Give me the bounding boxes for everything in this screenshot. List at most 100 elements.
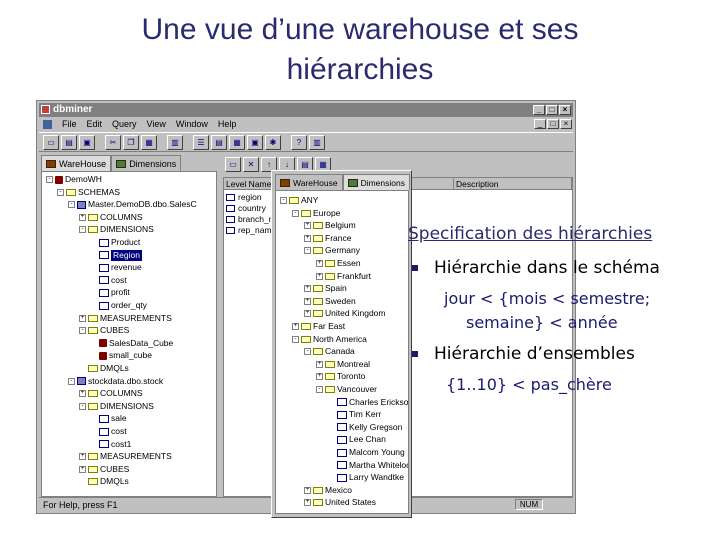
tab-warehouse[interactable]: WareHouse (41, 155, 112, 171)
help-icon[interactable]: ? (291, 135, 307, 150)
new-level-icon[interactable]: ▭ (225, 157, 241, 172)
tree-node[interactable]: Region (90, 249, 142, 261)
menu-help[interactable]: Help (218, 118, 237, 131)
expand-icon[interactable]: + (304, 310, 311, 318)
region-hierarchy-tree[interactable]: - ANY - Europe + Belgium + France - Germany + Essen… (275, 190, 409, 514)
expand-icon[interactable]: + (304, 486, 311, 494)
open-icon[interactable]: ▤ (61, 135, 77, 150)
expand-icon[interactable]: + (304, 234, 311, 242)
expand-icon[interactable]: + (79, 465, 86, 473)
tree-node[interactable]: Product (90, 237, 140, 248)
maximize-button[interactable]: □ (546, 105, 558, 115)
mdi-minimize-button[interactable]: _ (534, 119, 546, 129)
tree-node[interactable]: + United States (304, 497, 376, 508)
tree-node[interactable]: Lee Chan (328, 434, 386, 445)
tree-node[interactable]: + Belgium (304, 220, 356, 231)
tree-node[interactable]: profit (90, 287, 130, 298)
menu-window[interactable]: Window (176, 118, 208, 131)
grid-row[interactable]: rep_nam (226, 225, 272, 235)
tree-node[interactable]: - DIMENSIONS (79, 401, 154, 412)
tree-node[interactable]: - Master.DemoDB.dbo.SalesC (68, 199, 197, 210)
collapse-icon[interactable]: - (57, 188, 64, 196)
grid-row[interactable]: branch_n (226, 214, 273, 224)
tree-node[interactable]: + United Kingdom (304, 308, 385, 319)
collapse-icon[interactable]: - (46, 176, 53, 183)
tree-node[interactable]: + Spain (304, 283, 347, 294)
tree-node[interactable]: Malcom Young (328, 447, 405, 458)
tree-node[interactable]: Charles Erickson (328, 397, 408, 408)
tab-dimensions[interactable]: Dimensions (111, 155, 182, 171)
overlay-tab-warehouse[interactable]: WareHouse (275, 174, 343, 190)
tree-node[interactable]: DMQLs (79, 476, 129, 487)
collapse-icon[interactable]: - (68, 377, 75, 385)
copy-icon[interactable]: ❐ (123, 135, 139, 150)
collapse-icon[interactable]: - (79, 327, 86, 335)
expand-icon[interactable]: + (304, 297, 311, 305)
tree-node[interactable]: - North America (292, 334, 367, 345)
expand-icon[interactable]: + (79, 314, 86, 322)
tree-node[interactable]: - DemoWH (46, 174, 102, 185)
expand-icon[interactable]: + (316, 373, 323, 381)
collapse-icon[interactable]: - (304, 247, 311, 255)
grid-row[interactable]: region (226, 192, 262, 202)
tree-node[interactable]: order_qty (90, 300, 147, 311)
tree-node[interactable]: + MEASUREMENTS (79, 313, 172, 324)
list-view-icon[interactable]: ▤ (211, 135, 227, 150)
tree-node[interactable]: - CUBES (79, 325, 129, 336)
warehouse-tree[interactable]: - DemoWH - SCHEMAS - Master.DemoDB.dbo.SalesC… (41, 171, 217, 497)
document-icon[interactable] (43, 120, 52, 129)
tree-node[interactable]: + France (304, 233, 351, 244)
tree-node[interactable]: + COLUMNS (79, 212, 143, 223)
minimize-button[interactable]: _ (533, 105, 545, 115)
tree-view-icon[interactable]: ☰ (193, 135, 209, 150)
grid-row[interactable]: country (226, 203, 266, 213)
tree-node[interactable]: + Mexico (304, 485, 352, 496)
tree-node[interactable]: + Sweden (304, 296, 356, 307)
expand-icon[interactable]: + (79, 390, 86, 398)
wizard-icon[interactable]: ✱ (265, 135, 281, 150)
tree-node[interactable]: sale (90, 413, 127, 424)
mdi-restore-button[interactable]: □ (547, 119, 559, 129)
expand-icon[interactable]: + (316, 260, 323, 267)
tree-node[interactable]: - Vancouver (316, 384, 377, 395)
expand-icon[interactable]: + (316, 272, 323, 280)
tree-node[interactable]: Kelly Gregson (328, 422, 402, 433)
tree-node[interactable]: DMQLs (79, 363, 129, 374)
print-icon[interactable]: ▥ (167, 135, 183, 150)
delete-icon[interactable]: ✕ (243, 157, 259, 172)
tree-node[interactable]: - Canada (304, 346, 355, 357)
mdi-close-button[interactable]: × (560, 119, 572, 129)
tree-node[interactable]: + MEASUREMENTS (79, 451, 172, 462)
tree-node[interactable]: + Montreal (316, 359, 370, 370)
tree-node[interactable]: small_cube (90, 350, 152, 361)
paste-icon[interactable]: ▦ (141, 135, 157, 150)
tree-node[interactable]: - DIMENSIONS (79, 224, 154, 235)
properties-icon[interactable]: ▣ (247, 135, 263, 150)
context-help-icon[interactable]: ▥ (309, 135, 325, 150)
close-button[interactable]: × (559, 105, 571, 115)
tree-node[interactable]: Tim Kerr (328, 409, 381, 420)
expand-icon[interactable]: + (304, 285, 311, 293)
menu-file[interactable]: File (62, 118, 77, 131)
new-icon[interactable]: ▭ (43, 135, 59, 150)
tree-node[interactable]: cost1 (90, 439, 131, 450)
tree-node[interactable]: - SCHEMAS (57, 187, 120, 198)
tree-node[interactable]: cost (90, 426, 127, 437)
tree-node[interactable]: + Toronto (316, 371, 365, 382)
grid-header-description[interactable]: Description (454, 178, 572, 190)
menu-view[interactable]: View (147, 118, 166, 131)
tree-node[interactable]: - stockdata.dbo.stock (68, 376, 163, 387)
menu-query[interactable]: Query (112, 118, 137, 131)
tree-node[interactable]: + Essen (316, 258, 361, 269)
tree-node[interactable]: + CUBES (79, 464, 129, 475)
expand-icon[interactable]: + (292, 323, 299, 330)
expand-icon[interactable]: + (304, 222, 311, 230)
collapse-icon[interactable]: - (68, 201, 75, 209)
window-titlebar[interactable]: dbminer _ □ × (39, 103, 573, 117)
tree-node[interactable]: + COLUMNS (79, 388, 143, 399)
overlay-tab-dimensions[interactable]: Dimensions (342, 174, 410, 190)
collapse-icon[interactable]: - (280, 197, 287, 204)
collapse-icon[interactable]: - (292, 209, 299, 217)
tree-node[interactable]: SalesData_Cube (90, 338, 173, 349)
expand-icon[interactable]: + (316, 360, 323, 368)
